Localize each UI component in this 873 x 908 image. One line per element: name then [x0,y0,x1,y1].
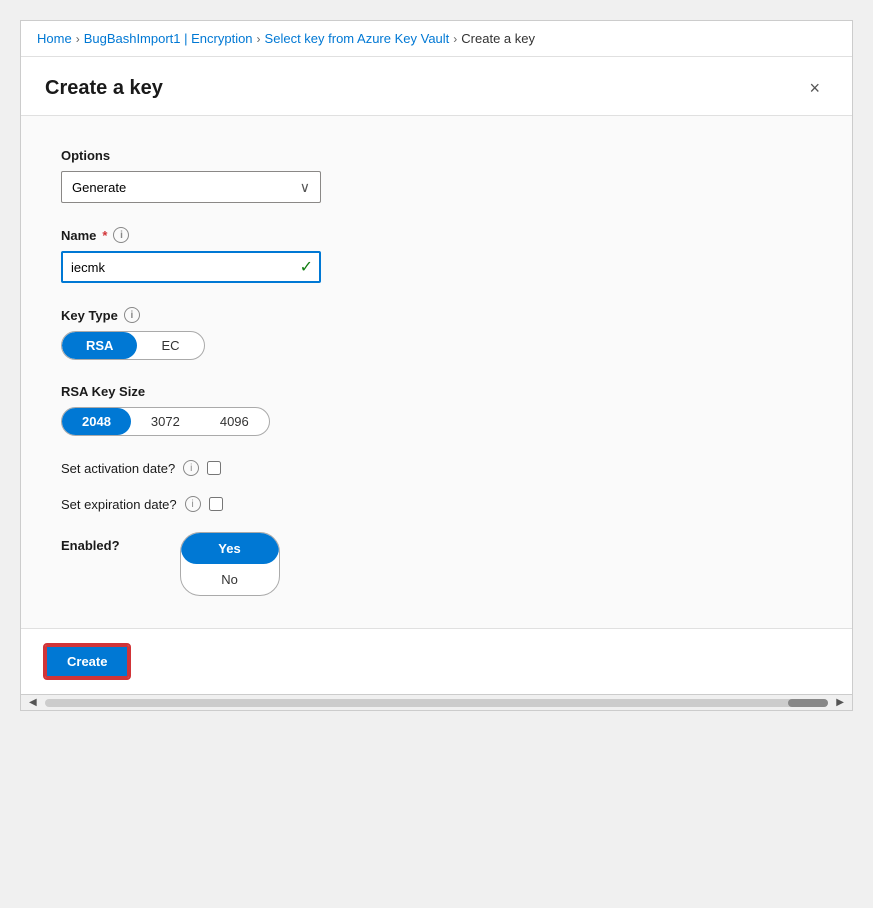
scrollbar-area: ◀ ▶ [21,694,852,710]
dialog-header: Create a key × [21,57,852,116]
activation-date-row: Set activation date? i [61,460,812,476]
key-type-field-group: Key Type i RSA EC [61,307,812,360]
key-type-ec-option[interactable]: EC [137,332,203,359]
close-button[interactable]: × [801,75,828,101]
breadcrumb-sep-3: › [453,32,457,46]
create-button[interactable]: Create [45,645,129,678]
options-label: Options [61,148,812,163]
required-indicator: * [102,228,107,243]
breadcrumb-sep-2: › [257,32,261,46]
scroll-thumb [788,699,828,707]
rsa-key-size-field-group: RSA Key Size 2048 3072 4096 [61,384,812,436]
name-label: Name * i [61,227,812,243]
breadcrumb-select-key[interactable]: Select key from Azure Key Vault [265,31,450,46]
dialog-footer: Create [21,628,852,694]
name-input[interactable] [61,251,321,283]
enabled-yes-option[interactable]: Yes [181,533,279,564]
enabled-label: Enabled? [61,532,120,553]
expiration-date-info-icon[interactable]: i [185,496,201,512]
options-dropdown[interactable]: Generate ∨ [61,171,321,203]
scroll-left-arrow[interactable]: ◀ [25,695,41,710]
key-size-4096-option[interactable]: 4096 [200,408,269,435]
key-type-toggle-group: RSA EC [61,331,205,360]
expiration-date-row: Set expiration date? i [61,496,812,512]
rsa-key-size-label: RSA Key Size [61,384,812,399]
scroll-right-arrow[interactable]: ▶ [832,695,848,710]
scroll-track[interactable] [45,699,829,707]
page-wrapper: Home › BugBashImport1 | Encryption › Sel… [20,20,853,711]
activation-date-info-icon[interactable]: i [183,460,199,476]
breadcrumb-current: Create a key [461,31,535,46]
options-selected-value: Generate [72,180,126,195]
enabled-no-option[interactable]: No [181,564,279,595]
expiration-date-checkbox[interactable] [209,497,223,511]
dialog-title: Create a key [45,77,163,100]
breadcrumb-home[interactable]: Home [37,31,72,46]
activation-date-label: Set activation date? [61,461,175,476]
name-field-group: Name * i ✓ [61,227,812,283]
options-field-group: Options Generate ∨ [61,148,812,203]
key-type-rsa-option[interactable]: RSA [62,332,137,359]
rsa-key-size-toggle-group: 2048 3072 4096 [61,407,270,436]
input-valid-icon: ✓ [300,257,313,277]
key-size-2048-option[interactable]: 2048 [62,408,131,435]
key-size-3072-option[interactable]: 3072 [131,408,200,435]
enabled-toggle-group: Yes No [180,532,280,596]
enabled-row: Enabled? Yes No [61,532,812,596]
activation-date-checkbox[interactable] [207,461,221,475]
chevron-down-icon: ∨ [300,179,310,196]
key-type-label: Key Type i [61,307,812,323]
breadcrumb: Home › BugBashImport1 | Encryption › Sel… [21,21,852,57]
expiration-date-label: Set expiration date? [61,497,177,512]
name-input-wrapper: ✓ [61,251,321,283]
key-type-info-icon[interactable]: i [124,307,140,323]
name-info-icon[interactable]: i [113,227,129,243]
breadcrumb-sep-1: › [76,32,80,46]
breadcrumb-encryption[interactable]: BugBashImport1 | Encryption [84,31,253,46]
dialog-content: Options Generate ∨ Name * i ✓ [21,116,852,628]
create-key-dialog: Create a key × Options Generate ∨ Name * [21,57,852,710]
